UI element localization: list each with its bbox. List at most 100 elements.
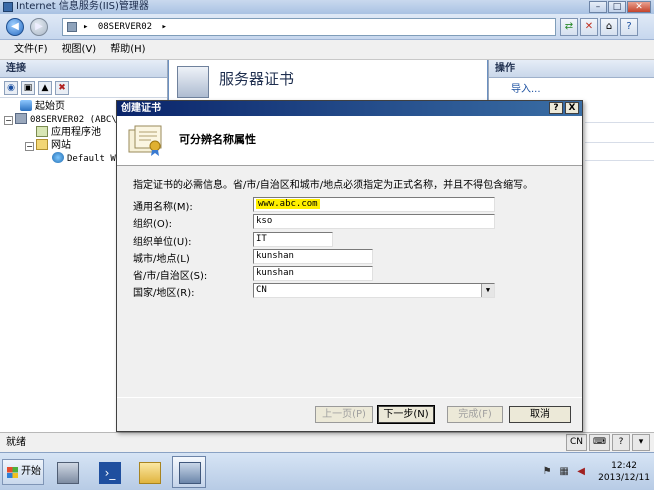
prev-button[interactable]: 上一页(P) [315,406,373,423]
org-unit-label: 组织单位(U): [133,237,192,248]
address-tools: ⇄ ✕ ⌂ ? [560,18,638,36]
disconnect-icon[interactable]: ✖ [55,81,69,95]
create-certificate-dialog: 创建证书 ? X 可分辨名称属性 指定证书的必需信息。省/市/自治区和城市/地点… [116,100,583,432]
collapse-icon[interactable]: − [4,116,13,125]
organization-label: 组织(O): [133,219,173,230]
folder-icon [139,462,161,484]
app-pool-icon [36,126,48,137]
forward-button[interactable]: ▶ [30,18,48,36]
taskbar-explorer[interactable] [132,456,166,488]
volume-icon[interactable]: ◀ [575,466,587,478]
certificate-icon [128,125,162,156]
save-icon[interactable]: ▣ [21,81,35,95]
city-field[interactable]: kunshan [253,249,373,264]
state-field[interactable]: kunshan [253,266,373,281]
options-icon[interactable]: ▾ [632,434,650,451]
server-certificate-icon [177,66,209,98]
org-unit-field[interactable]: IT [253,232,333,247]
actions-divider-2 [585,142,654,143]
tree-label-sites: 网站 [51,140,71,151]
start-label: 开始 [21,466,41,477]
network-icon[interactable]: ▦ [558,466,570,478]
status-tools: CN ⌨ ? ▾ [565,434,650,451]
status-help-icon[interactable]: ? [612,434,630,451]
start-page-icon [20,100,32,111]
import-link[interactable]: 导入... [489,82,654,98]
actions-header: 操作 [489,60,654,78]
server-node-icon [15,113,27,124]
chevron-down-icon[interactable]: ▼ [481,284,494,297]
address-path[interactable]: 08SERVER02 [98,22,152,32]
help-icon[interactable]: ? [620,18,638,36]
status-text: 就绪 [6,437,26,448]
window-controls: – □ ✕ [589,1,651,13]
dialog-controls: ? X [549,102,579,114]
dialog-instruction: 指定证书的必需信息。省/市/自治区和城市/地点必须指定为正式名称，并且不得包含缩… [133,180,534,191]
close-window-button[interactable]: ✕ [627,1,651,13]
clock-date: 2013/12/11 [598,473,650,483]
connections-toolbar: ◉ ▣ ▲ ✖ [0,78,167,98]
common-name-field[interactable]: www.abc.com [253,197,495,212]
menu-file[interactable]: 文件(F) [14,40,48,59]
tree-label-start-page: 起始页 [35,101,65,112]
address-input[interactable]: ▸ 08SERVER02 ▸ [62,18,556,36]
dialog-divider [117,397,582,398]
state-label: 省/市/自治区(S): [133,271,208,282]
connect-icon[interactable]: ◉ [4,81,18,95]
actions-divider-1 [585,122,654,123]
iis-app-icon [3,2,13,12]
country-select[interactable]: CN ▼ [253,283,495,298]
language-indicator[interactable]: CN [565,434,587,451]
tree-label-server: 08SERVER02 (ABC\ [30,115,117,125]
tree-label-default-site: Default We [67,154,122,164]
feature-header: 服务器证书 [169,60,487,104]
address-separator-1: ▸ [83,22,89,32]
country-value: CN [256,285,267,295]
server-icon [67,22,77,32]
dialog-close-button[interactable]: X [565,102,579,114]
menu-help[interactable]: 帮助(H) [110,40,145,59]
window-titlebar: Internet 信息服务(IIS)管理器 – □ ✕ [0,0,654,14]
up-icon[interactable]: ▲ [38,81,52,95]
keyboard-icon[interactable]: ⌨ [589,434,610,451]
dialog-titlebar: 创建证书 ? X [117,101,582,116]
organization-field[interactable]: kso [253,214,495,229]
collapse-sites-icon[interactable]: − [25,142,34,151]
menu-bar: 文件(F) 视图(V) 帮助(H) [0,40,654,60]
next-button[interactable]: 下一步(N) [377,405,435,424]
window-title: Internet 信息服务(IIS)管理器 [16,1,149,12]
clock-time: 12:42 [611,461,638,471]
dialog-header: 可分辨名称属性 [117,116,582,166]
flag-icon[interactable]: ⚑ [541,466,553,478]
back-button[interactable]: ◀ [6,18,24,36]
refresh-icon[interactable]: ⇄ [560,18,578,36]
common-name-value: www.abc.com [256,199,320,209]
city-label: 城市/地点(L) [133,254,190,265]
taskbar-iis-manager[interactable] [172,456,206,488]
dialog-header-title: 可分辨名称属性 [179,133,256,146]
menu-view[interactable]: 视图(V) [62,40,97,59]
tree-label-app-pools: 应用程序池 [51,127,101,138]
stop-icon[interactable]: ✕ [580,18,598,36]
address-separator-2: ▸ [161,22,167,32]
clock[interactable]: 12:42 2013/12/11 [598,460,650,484]
cancel-button[interactable]: 取消 [509,406,571,423]
system-tray: ⚑ ▦ ◀ 12:42 2013/12/11 [541,457,650,487]
server-manager-icon [57,462,79,484]
common-name-label: 通用名称(M): [133,202,193,213]
start-button[interactable]: 开始 [2,459,44,485]
maximize-button[interactable]: □ [608,1,626,13]
taskbar-server-manager[interactable] [50,456,84,488]
home-icon[interactable]: ⌂ [600,18,618,36]
dialog-title: 创建证书 [121,103,161,114]
dialog-help-button[interactable]: ? [549,102,563,114]
taskbar-powershell[interactable]: ›_ [92,456,126,488]
windows-logo-icon [7,467,18,478]
connections-header: 连接 [0,60,167,78]
minimize-button[interactable]: – [589,1,607,13]
address-bar: ◀ ▶ ▸ 08SERVER02 ▸ ⇄ ✕ ⌂ ? [0,14,654,40]
powershell-icon: ›_ [99,462,121,484]
sites-folder-icon [36,139,48,150]
globe-icon [52,152,64,163]
finish-button[interactable]: 完成(F) [447,406,503,423]
